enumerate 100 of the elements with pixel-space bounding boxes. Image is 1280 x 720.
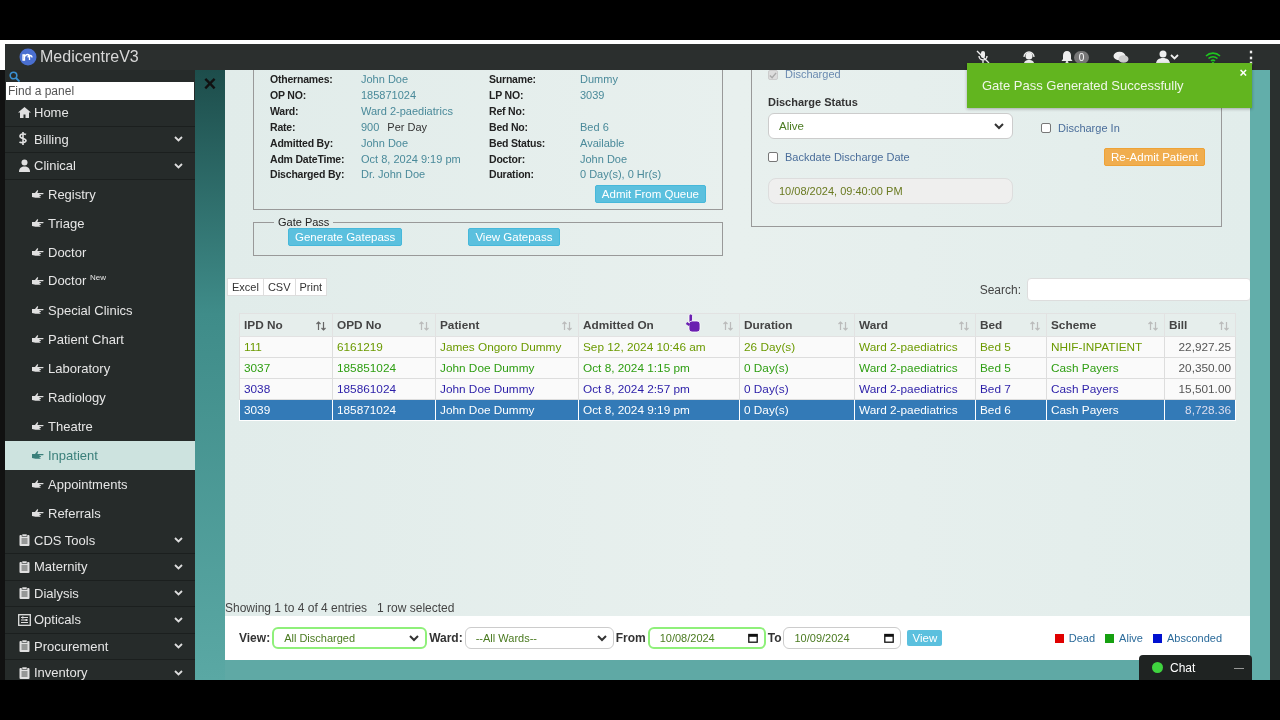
table-row[interactable]: 3039 185871024 John Doe Dummy Oct 8, 2024 9:19 pm 0 Day(s) Ward 2-paediatrics Bed 6 Cash Payers 8,728.36	[239, 399, 1236, 421]
sidebar-subitem[interactable]: Special Clinics	[5, 295, 195, 325]
discharge-in-checkbox[interactable]	[1041, 123, 1051, 133]
selection-info: 1 row selected	[377, 601, 455, 615]
chat-widget[interactable]: Chat —	[1139, 655, 1252, 680]
chevron-down-icon[interactable]	[174, 537, 183, 544]
pointing-hand-icon	[31, 421, 44, 431]
chevron-down-icon[interactable]	[174, 590, 183, 597]
filter-label: To	[767, 631, 782, 645]
search-label: Search:	[979, 282, 1021, 297]
sidebar-subitem[interactable]: Registry	[5, 179, 195, 209]
search-field[interactable]: Find a panel	[6, 82, 194, 100]
chevron-down-icon[interactable]	[1169, 54, 1179, 60]
sidebar-item[interactable]: Clinical	[5, 153, 195, 180]
clipboard-icon	[18, 639, 31, 654]
microphone-muted-icon[interactable]	[975, 50, 991, 64]
table-cell: John Doe Dummy	[435, 378, 579, 400]
pointing-hand-icon	[31, 479, 44, 489]
table-cell: Oct 8, 2024 2:57 pm	[578, 378, 740, 400]
chevron-down-icon[interactable]	[174, 669, 183, 676]
sidebar-subitem[interactable]: Patient Chart	[5, 324, 195, 354]
sort-ascending-icon	[316, 321, 326, 331]
table-cell: Ward 2-paediatrics	[854, 357, 976, 379]
sidebar-item[interactable]: Procurement	[5, 633, 195, 660]
sidebar-subitem[interactable]: Appointments	[5, 469, 195, 499]
chevron-down-icon	[596, 634, 607, 642]
table-cell: 6161219	[332, 336, 436, 358]
pointer-hand-icon	[685, 313, 703, 333]
chevron-down-icon[interactable]	[174, 563, 183, 570]
sidebar-subitem[interactable]: Referrals	[5, 498, 195, 528]
table-cell: 185851024	[332, 357, 436, 379]
wifi-icon[interactable]	[1205, 50, 1221, 64]
field-value: Oct 8, 2024 9:19 pm	[361, 152, 461, 165]
column-header[interactable]: Scheme	[1046, 313, 1165, 337]
sidebar-subitem[interactable]: Laboratory	[5, 353, 195, 383]
sidebar-item[interactable]: Home	[5, 100, 195, 127]
table-cell: Ward 2-paediatrics	[854, 336, 976, 358]
column-header[interactable]: Duration	[739, 313, 855, 337]
table-cell: 3037	[239, 357, 333, 379]
sidebar-subitem[interactable]: Radiology	[5, 382, 195, 412]
field-value: 900	[361, 120, 380, 133]
clipboard-icon	[18, 559, 31, 574]
table-row[interactable]: 3037 185851024 John Doe Dummy Oct 8, 2024 1:15 pm 0 Day(s) Ward 2-paediatrics Bed 5 Cash Payers 20,350.00	[239, 357, 1236, 379]
pointing-hand-icon	[31, 508, 44, 518]
field-label: Rate:	[270, 119, 297, 135]
export-button[interactable]: Excel	[227, 278, 264, 296]
date-field[interactable]: 10/09/2024	[783, 627, 902, 649]
pointing-hand-icon	[31, 363, 44, 373]
date-field[interactable]: 10/08/2024	[647, 627, 766, 649]
field-value: Dr. John Doe	[361, 168, 426, 181]
discharge-status-select[interactable]: Alive	[768, 113, 1013, 139]
column-header[interactable]: Ward	[854, 313, 976, 337]
backdate-checkbox[interactable]	[768, 152, 778, 162]
select-field[interactable]: All Discharged	[272, 627, 428, 649]
app-name: MedicentreV3	[40, 48, 139, 66]
table-cell: 0 Day(s)	[739, 357, 855, 379]
field-label: Ward:	[270, 103, 300, 119]
minimize-button[interactable]: —	[1234, 662, 1244, 673]
column-header[interactable]: Patient	[435, 313, 579, 337]
column-header[interactable]: IPD No	[239, 313, 333, 337]
sidebar-subitem[interactable]: Theatre	[5, 411, 195, 441]
scrollbar-track[interactable]	[1270, 70, 1280, 680]
sidebar-item[interactable]: Dialysis	[5, 580, 195, 607]
chevron-down-icon[interactable]	[174, 162, 183, 169]
table-row[interactable]: 111 6161219 James Ongoro Dummy Sep 12, 2024 10:46 am 26 Day(s) Ward 2-paediatrics Bed 5 NHIF-INPATIENT 22,927.25	[239, 336, 1236, 358]
table-cell: John Doe Dummy	[435, 357, 579, 379]
sidebar-item[interactable]: CDS Tools	[5, 527, 195, 554]
pointing-hand-icon	[31, 450, 44, 460]
search-field[interactable]	[1027, 278, 1251, 301]
column-header[interactable]: OPD No	[332, 313, 436, 337]
table-cell: 3038	[239, 378, 333, 400]
chevron-down-icon[interactable]	[174, 136, 183, 143]
export-button[interactable]: Print	[294, 278, 328, 296]
sort-icon	[1030, 321, 1040, 331]
sidebar-subitem[interactable]: Inpatient	[5, 440, 195, 470]
chevron-down-icon[interactable]	[174, 643, 183, 650]
sidebar-subitem[interactable]: Doctor	[5, 237, 195, 267]
column-header[interactable]: Bill	[1164, 313, 1236, 337]
logo-icon	[19, 48, 37, 66]
sidebar-item[interactable]: Billing	[5, 126, 195, 153]
sidebar-item[interactable]: Maternity	[5, 554, 195, 581]
sidebar-item[interactable]: Opticals	[5, 607, 195, 634]
sidebar-subitem[interactable]: Triage	[5, 208, 195, 238]
pointing-hand-icon	[31, 334, 44, 344]
sort-icon	[1219, 321, 1229, 331]
column-header[interactable]: Bed	[975, 313, 1047, 337]
chevron-down-icon[interactable]	[174, 616, 183, 623]
column-header[interactable]: Admitted On	[578, 313, 740, 337]
sort-icon	[562, 321, 572, 331]
chat-bubbles-icon[interactable]	[1113, 50, 1129, 64]
export-button[interactable]: CSV	[262, 278, 296, 296]
select-field[interactable]: --All Wards--	[464, 627, 614, 649]
bell-icon[interactable]	[1060, 50, 1073, 64]
datetime-field[interactable]: 10/08/2024, 09:40:00 PM	[768, 178, 1013, 204]
table-cell: 185861024	[332, 378, 436, 400]
table-cell: Ward 2-paediatrics	[854, 378, 976, 400]
chevron-down-icon	[994, 122, 1004, 130]
notification-count: 0	[1073, 50, 1090, 64]
sidebar-subitem[interactable]: Doctor $^{New}$	[5, 266, 195, 296]
table-row[interactable]: 3038 185861024 John Doe Dummy Oct 8, 2024 2:57 pm 0 Day(s) Ward 2-paediatrics Bed 7 Cash Payers 15,501.00	[239, 378, 1236, 400]
